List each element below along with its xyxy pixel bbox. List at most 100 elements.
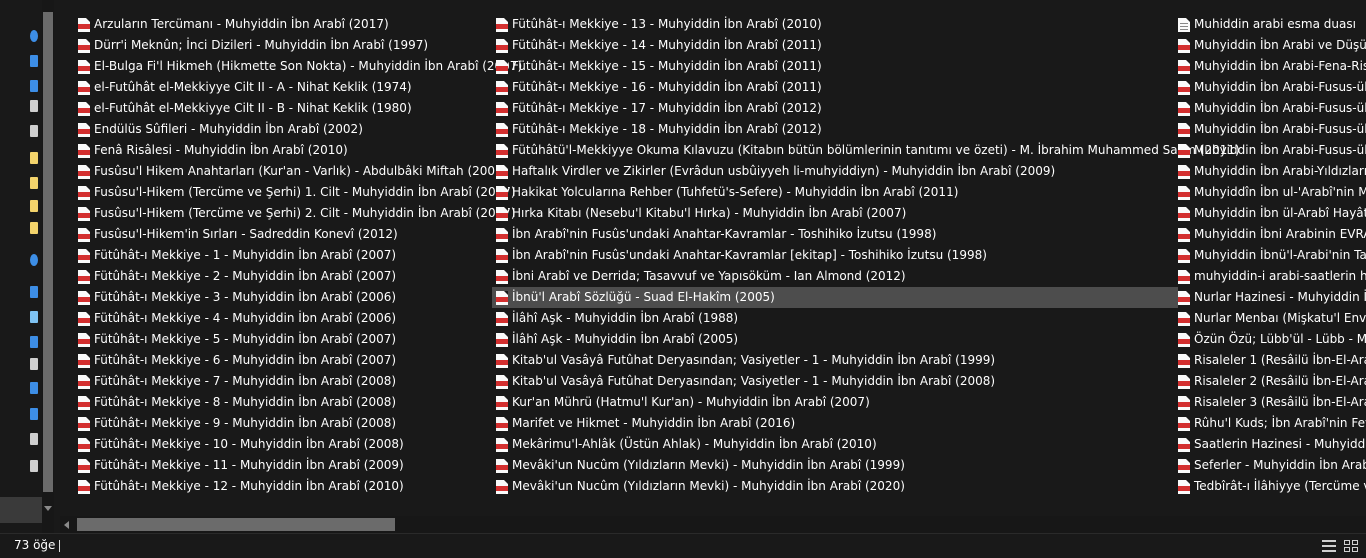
pdf-file-icon	[1178, 375, 1190, 389]
pdf-file-icon	[1178, 123, 1190, 137]
file-name: el-Futûhât el-Mekkiyye Cilt II - A - Nih…	[94, 80, 412, 94]
folder-icon[interactable]	[30, 222, 38, 234]
file-name: Fütûhât-ı Mekkiye - 13 - Muhyiddin İbn A…	[512, 17, 822, 31]
pdf-file-icon	[1178, 102, 1190, 116]
details-view-icon[interactable]	[1322, 540, 1336, 552]
onedrive-icon[interactable]	[30, 254, 38, 266]
pdf-file-icon	[496, 165, 508, 179]
file-name: Fütûhât-ı Mekkiye - 11 - Muhyiddin İbn A…	[94, 458, 404, 472]
file-name: Muhyiddin İbn Arabi ve Düşünce	[1194, 38, 1366, 52]
file-name: Muhyiddin İbn Arabi-Fusus-ül H	[1194, 80, 1366, 94]
file-name: Fütûhât-ı Mekkiye - 2 - Muhyiddin İbn Ar…	[94, 269, 397, 283]
navigation-scrollbar[interactable]	[42, 0, 54, 533]
file-name: Dürr'i Meknûn; İnci Dizileri - Muhyiddin…	[94, 38, 429, 52]
file-name: El-Bulga Fi'l Hikmeh (Hikmette Son Nokta…	[94, 59, 523, 73]
horizontal-scrollbar-thumb[interactable]	[77, 518, 395, 531]
pdf-file-icon	[496, 18, 508, 32]
pdf-file-icon	[78, 39, 90, 53]
pdf-file-icon	[1178, 354, 1190, 368]
file-name: İbnü'l Arabî Sözlüğü - Suad El-Hakîm (20…	[512, 290, 775, 304]
pdf-file-icon	[78, 291, 90, 305]
pdf-file-icon	[78, 375, 90, 389]
scroll-left-arrow-icon[interactable]	[64, 521, 69, 529]
pdf-file-icon	[496, 354, 508, 368]
file-item[interactable]: İbnü'l Arabî Sözlüğü - Suad El-Hakîm (20…	[492, 287, 1178, 308]
file-name: Rûhu'l Kuds; İbn Arabî'nin Feyz A	[1194, 416, 1366, 430]
file-name: Mevâki'un Nucûm (Yıldızların Mevki) - Mu…	[512, 458, 905, 472]
pdf-file-icon	[496, 39, 508, 53]
picture-icon[interactable]	[30, 125, 38, 137]
objects-3d-icon[interactable]	[30, 311, 38, 323]
file-name: Saatlerin Hazinesi - Muhyiddin İ	[1194, 437, 1366, 451]
file-name: Risaleler 3 (Resâilü İbn-El-Arabi)	[1194, 395, 1366, 409]
file-name: Fütûhât-ı Mekkiye - 17 - Muhyiddin İbn A…	[512, 101, 822, 115]
pdf-file-icon	[496, 375, 508, 389]
pdf-file-icon	[1178, 396, 1190, 410]
file-name: Muhyiddin İbn ül-Arabî Hayâtı v	[1194, 206, 1366, 220]
horizontal-scrollbar[interactable]	[60, 516, 1366, 533]
file-name: Muhyiddin İbnü'l-Arabi'nin Tasa	[1194, 248, 1366, 262]
pdf-file-icon	[1178, 312, 1190, 326]
pictures-icon[interactable]	[30, 433, 38, 445]
file-name: Risaleler 2 (Resâilü İbn-El-Arabi)	[1194, 374, 1366, 388]
folder-icon[interactable]	[30, 177, 38, 189]
navigation-selected-item[interactable]	[0, 497, 42, 523]
pdf-file-icon	[496, 291, 508, 305]
pdf-file-icon	[496, 459, 508, 473]
pdf-file-icon	[78, 354, 90, 368]
file-name: Muhiddin arabi esma duası	[1194, 17, 1356, 31]
pdf-file-icon	[496, 417, 508, 431]
pdf-file-icon	[1178, 228, 1190, 242]
quick-access-star-icon[interactable]	[30, 30, 38, 42]
pdf-file-icon	[1178, 333, 1190, 347]
folder-icon[interactable]	[30, 152, 38, 164]
file-name: Fütûhât-ı Mekkiye - 10 - Muhyiddin İbn A…	[94, 437, 404, 451]
pdf-file-icon	[1178, 165, 1190, 179]
pdf-file-icon	[78, 438, 90, 452]
pdf-file-icon	[1178, 144, 1190, 158]
download-icon[interactable]	[30, 80, 38, 92]
pdf-file-icon	[1178, 438, 1190, 452]
file-name: Mekârimu'l-Ahlâk (Üstün Ahlak) - Muhyidd…	[512, 437, 877, 451]
pdf-file-icon	[1178, 186, 1190, 200]
file-list: Arzuların Tercümanı - Muhyiddin İbn Arab…	[60, 0, 1366, 516]
file-name: Fütûhâtü'l-Mekkiyye Okuma Kılavuzu (Kita…	[512, 143, 1240, 157]
navigation-scrollbar-thumb[interactable]	[43, 12, 53, 492]
document-icon[interactable]	[30, 100, 38, 112]
desktop-icon[interactable]	[30, 336, 38, 348]
drive-icon[interactable]	[30, 460, 38, 472]
downloads-icon[interactable]	[30, 382, 38, 394]
text-file-icon	[1178, 18, 1190, 32]
pdf-file-icon	[78, 312, 90, 326]
large-icons-view-icon[interactable]	[1344, 540, 1358, 552]
file-name: Fütûhât-ı Mekkiye - 6 - Muhyiddin İbn Ar…	[94, 353, 397, 367]
this-pc-icon[interactable]	[30, 286, 38, 298]
file-name: Kitab'ul Vasâyâ Futûhat Deryasından; Vas…	[512, 353, 996, 367]
file-name: İbn Arabî'nin Fusûs'undaki Anahtar-Kavra…	[512, 248, 987, 262]
pdf-file-icon	[496, 60, 508, 74]
pdf-file-icon	[1178, 60, 1190, 74]
file-name: Hırka Kitabı (Nesebu'l Kitabu'l Hırka) -…	[512, 206, 907, 220]
file-name: Haftalık Virdler ve Zikirler (Evrâdun us…	[512, 164, 1056, 178]
file-name: Muhyiddin İbn Arabi-Fena-Risale	[1194, 59, 1366, 73]
file-name: Muhyiddin İbn Arabi-Yıldızların	[1194, 164, 1366, 178]
file-name: İlâhî Aşk - Muhyiddin İbn Arabî (1988)	[512, 311, 739, 325]
pdf-file-icon	[78, 249, 90, 263]
pdf-file-icon	[78, 165, 90, 179]
music-icon[interactable]	[30, 408, 38, 420]
pdf-file-icon	[78, 186, 90, 200]
pdf-file-icon	[78, 270, 90, 284]
scroll-down-arrow-icon[interactable]	[44, 506, 52, 511]
folder-icon[interactable]	[30, 200, 38, 212]
documents-icon[interactable]	[30, 358, 38, 370]
file-name: Fütûhât-ı Mekkiye - 4 - Muhyiddin İbn Ar…	[94, 311, 397, 325]
file-name: Muhyiddin İbn Arabi-Fusus-ül H	[1194, 101, 1366, 115]
pin-icon[interactable]	[30, 55, 38, 67]
file-name: Tedbîrât-ı İlâhiyye (Tercüme ve Ş	[1194, 479, 1366, 493]
pdf-file-icon	[78, 417, 90, 431]
file-name: Muhyiddin İbni Arabinin EVRADı	[1194, 227, 1366, 241]
item-count: 73 öğe	[14, 538, 56, 552]
file-name: Kur'an Mührü (Hatmu'l Kur'an) - Muhyiddi…	[512, 395, 870, 409]
pdf-file-icon	[496, 144, 508, 158]
pdf-file-icon	[1178, 39, 1190, 53]
